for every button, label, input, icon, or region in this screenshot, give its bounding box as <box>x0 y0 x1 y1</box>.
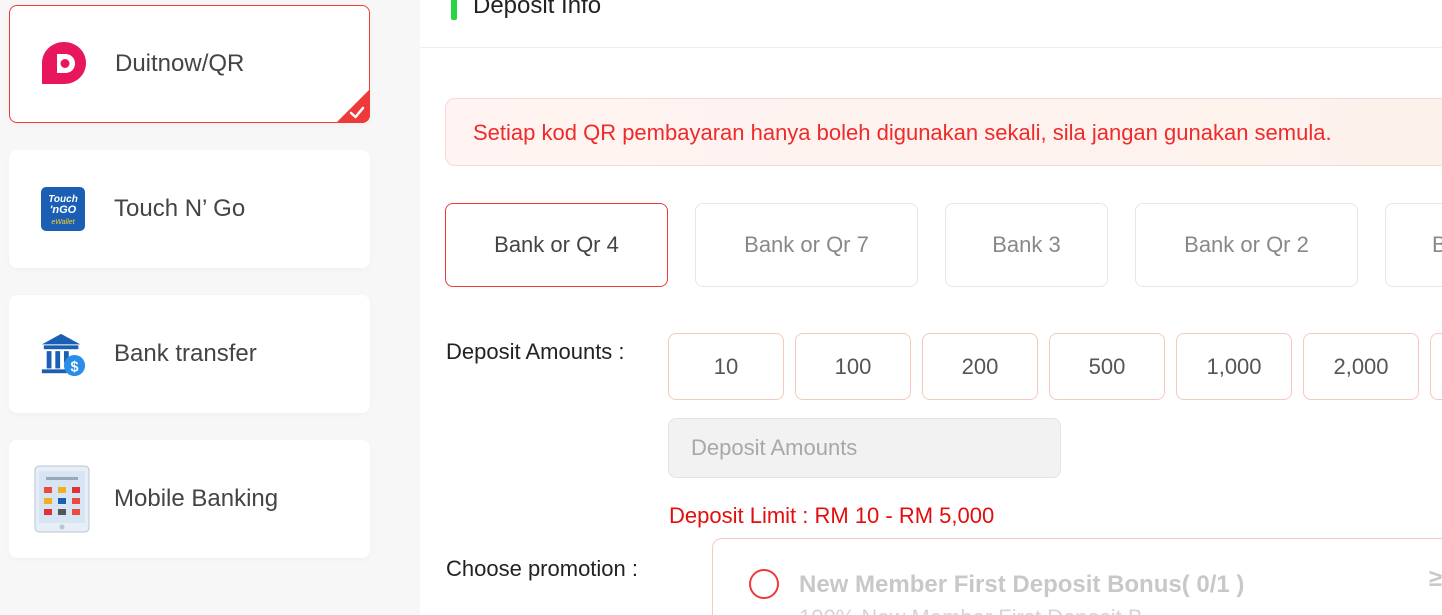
method-label: Mobile Banking <box>114 485 279 512</box>
amount-option-10[interactable]: 10 <box>668 333 784 400</box>
promotion-radio[interactable] <box>749 569 779 599</box>
method-label: Duitnow/QR <box>115 50 245 77</box>
method-duitnow-qr[interactable]: Duitnow/QR <box>9 5 370 123</box>
svg-text:$: $ <box>71 359 79 375</box>
method-touch-n-go[interactable]: Touch 'nGO eWallet Touch N’ Go <box>9 150 370 268</box>
deposit-amounts-label: Deposit Amounts : <box>446 339 625 364</box>
bank-tab-1[interactable]: Bank or Qr 4 <box>445 203 668 287</box>
touch-n-go-icon: Touch 'nGO eWallet <box>39 185 87 233</box>
bank-tab-2[interactable]: Bank or Qr 7 <box>695 203 918 287</box>
qr-notice-banner: Setiap kod QR pembayaran hanya boleh dig… <box>445 98 1442 166</box>
deposit-amount-input[interactable] <box>668 418 1061 478</box>
amount-option-2000[interactable]: 2,000 <box>1303 333 1419 400</box>
promotion-title: New Member First Deposit Bonus( 0/1 ) <box>799 571 1245 598</box>
method-mobile-banking[interactable]: Mobile Banking <box>9 440 370 558</box>
svg-text:eWallet: eWallet <box>51 219 75 226</box>
promotion-subtitle: 100% New Member First Deposit B... <box>799 605 1161 615</box>
amount-option-more[interactable] <box>1430 333 1442 400</box>
choose-promotion-label: Choose promotion : <box>446 556 638 581</box>
bank-tab-3[interactable]: Bank 3 <box>945 203 1108 287</box>
section-header: Deposit Info <box>420 0 1442 48</box>
deposit-limit-text: Deposit Limit : RM 10 - RM 5,000 <box>669 503 995 528</box>
method-label: Touch N’ Go <box>114 195 246 222</box>
selected-check-icon <box>336 89 370 123</box>
bank-tab-5[interactable]: B <box>1385 203 1442 287</box>
bank-tab-4[interactable]: Bank or Qr 2 <box>1135 203 1358 287</box>
amount-option-100[interactable]: 100 <box>795 333 911 400</box>
svg-text:'nGO: 'nGO <box>50 204 77 216</box>
section-title: Deposit Info <box>473 0 602 19</box>
promotion-min-symbol: ≥ <box>1429 565 1442 592</box>
method-bank-transfer[interactable]: $ Bank transfer <box>9 295 370 413</box>
amount-option-200[interactable]: 200 <box>922 333 1038 400</box>
bank-transfer-icon: $ <box>39 330 87 378</box>
amount-option-500[interactable]: 500 <box>1049 333 1165 400</box>
method-label: Bank transfer <box>114 340 257 367</box>
mobile-banking-icon <box>34 465 90 533</box>
duitnow-icon <box>40 40 88 88</box>
notice-text: Setiap kod QR pembayaran hanya boleh dig… <box>473 120 1332 145</box>
amount-option-1000[interactable]: 1,000 <box>1176 333 1292 400</box>
section-accent-bar <box>451 0 457 20</box>
promotion-option[interactable]: New Member First Deposit Bonus( 0/1 ) 10… <box>712 538 1442 615</box>
payment-method-sidebar: Duitnow/QR Touch 'nGO eWallet Touch N’ G… <box>0 0 420 615</box>
deposit-panel: Deposit Info Setiap kod QR pembayaran ha… <box>420 0 1442 615</box>
